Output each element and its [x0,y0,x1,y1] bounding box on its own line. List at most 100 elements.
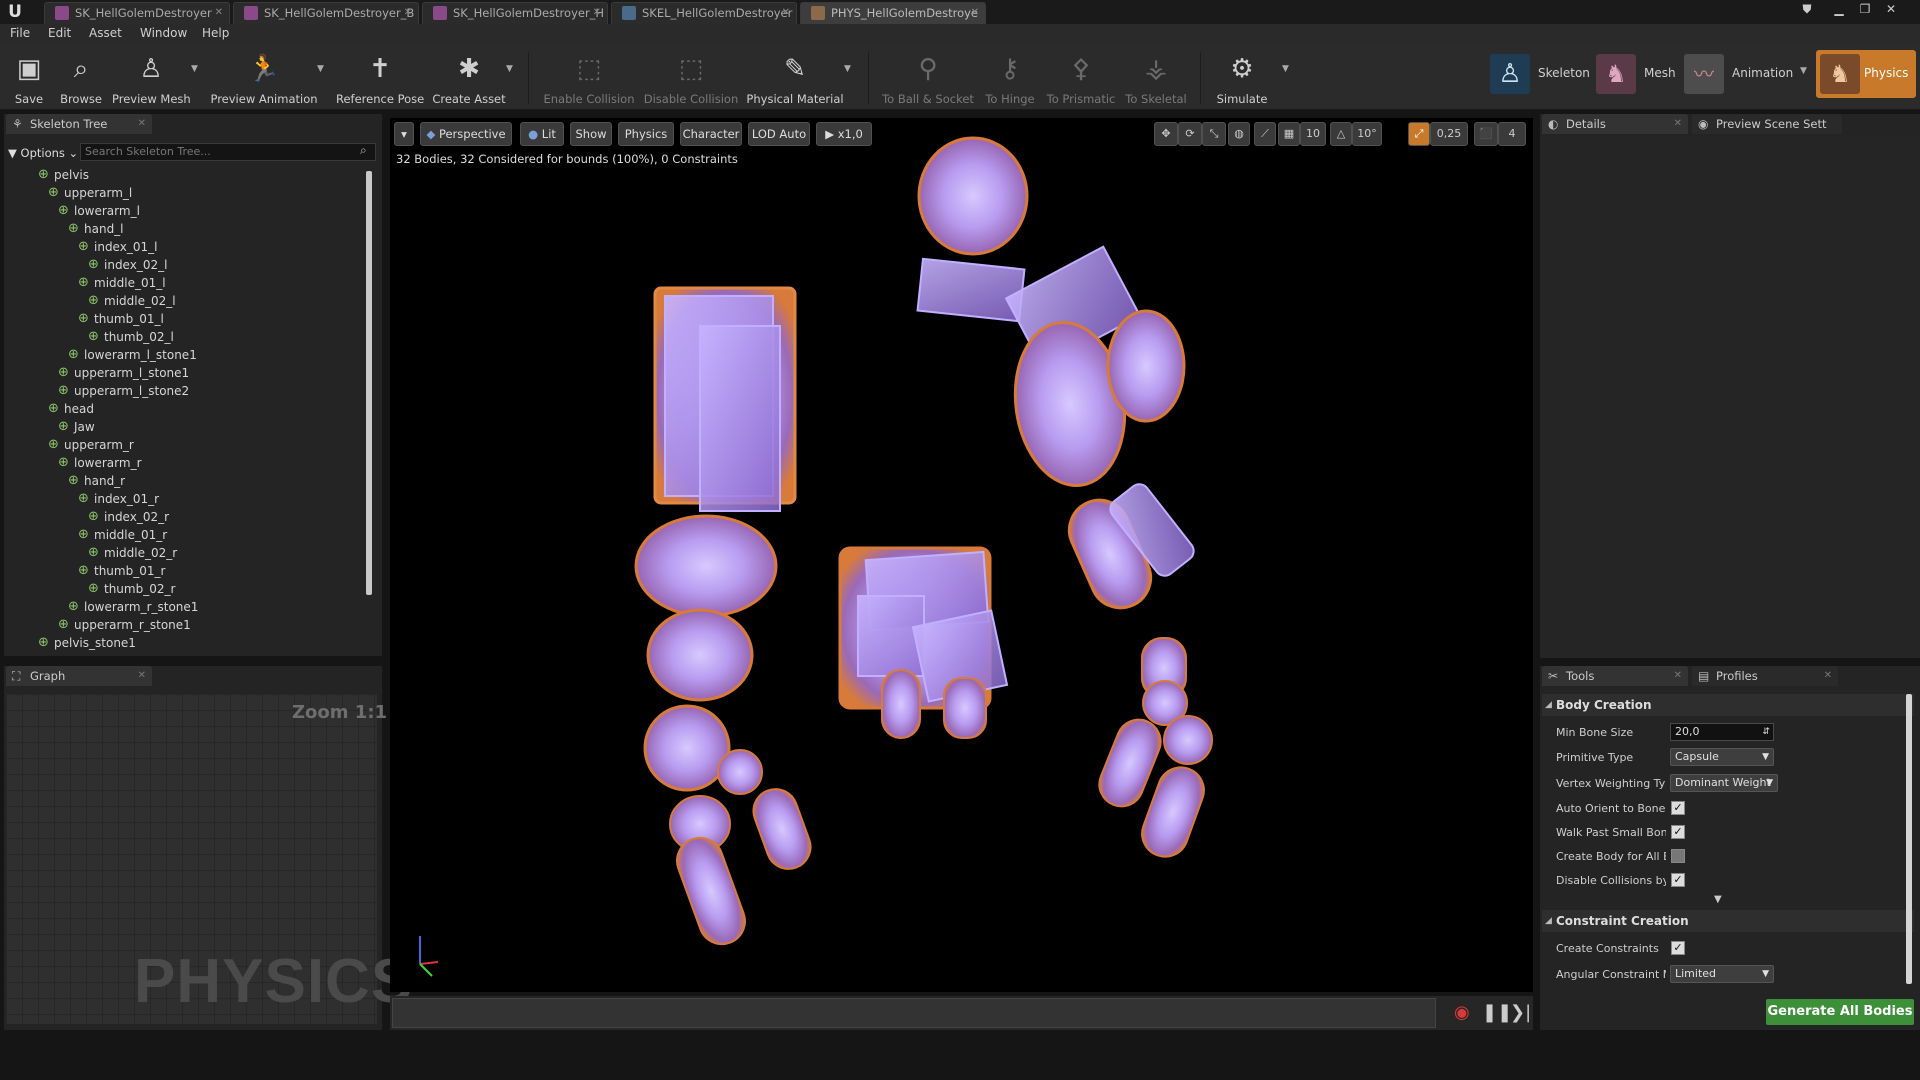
physics-body[interactable] [881,669,921,739]
bone-item[interactable]: upperarm_r [48,436,134,454]
save-button[interactable]: ▣ Save [8,50,50,108]
physics-body[interactable] [699,325,781,512]
playback-speed-button[interactable]: ▶ x1,0 [816,122,872,146]
tab-tools[interactable]: ✂ Tools ✕ [1542,666,1688,686]
search-icon[interactable]: ⌕ [360,143,367,158]
lod-button[interactable]: LOD Auto [748,122,810,146]
character-button[interactable]: Character [680,122,742,146]
scale-tool-icon[interactable]: ⤡ [1202,122,1226,146]
tab-details[interactable]: ◐ Details ✕ [1542,114,1688,134]
disable-collision-button[interactable]: ⬚ Disable Collision [642,50,740,108]
scale-snap-value[interactable]: 0,25 [1430,122,1468,146]
pause-icon[interactable]: ❚❚ [1482,1002,1512,1023]
physics-body[interactable] [643,704,731,792]
generate-all-bodies-button[interactable]: Generate All Bodies [1766,999,1914,1025]
tab-preview-scene-settings[interactable]: ◉ Preview Scene Sett [1692,114,1842,134]
doc-tab-sk-hellgolem-h[interactable]: SK_HellGolemDestroyer_H ✕ [422,2,608,24]
physics-body[interactable] [671,831,752,950]
create-asset-dropdown-icon[interactable]: ▼ [506,64,513,74]
min-bone-size-input[interactable]: 20,0 ⇵ [1670,723,1774,741]
skeleton-search-input[interactable]: Search Skeleton Tree... [80,143,376,161]
skeleton-tree-scrollbar[interactable] [366,171,372,595]
enable-collision-button[interactable]: ⬚ Enable Collision [540,50,638,108]
tools-scrollbar[interactable] [1906,694,1912,984]
rotation-snap-value[interactable]: 10° [1352,122,1382,146]
minimize-icon[interactable]: ▁ [1828,0,1850,18]
show-button[interactable]: Show [570,122,612,146]
bone-item[interactable]: lowerarm_l_stone1 [68,346,197,364]
translate-tool-icon[interactable]: ✥ [1154,122,1178,146]
tab-profiles[interactable]: ▤ Profiles ✕ [1692,666,1838,686]
rotate-tool-icon[interactable]: ⟳ [1178,122,1202,146]
doc-tab-sk-hellgolem[interactable]: SK_HellGolemDestroyer ✕ [44,2,230,24]
viewport[interactable] [390,118,1533,992]
camera-speed-icon[interactable]: ⬛ [1474,122,1498,146]
bone-item[interactable]: middle_02_r [88,544,177,562]
bone-item[interactable]: middle_02_l [88,292,176,310]
bone-item[interactable]: upperarm_l_stone1 [58,364,189,382]
physics-body[interactable] [943,677,987,739]
spin-arrows-icon[interactable]: ⇵ [1762,724,1770,740]
bone-item[interactable]: thumb_01_r [78,562,165,580]
tab-skeleton-tree[interactable]: ⚘ Skeleton Tree ✕ [6,114,152,134]
grid-snap-value[interactable]: 10 [1300,122,1326,146]
close-window-icon[interactable]: ✕ [1880,0,1902,18]
bone-item[interactable]: Jaw [58,418,95,436]
bone-item[interactable]: thumb_01_l [78,310,164,328]
bone-item[interactable]: lowerarm_l [58,202,140,220]
physics-body[interactable] [717,749,763,795]
doc-tab-skel-hellgolem[interactable]: SKEL_HellGolemDestroyer ✕ [611,2,797,24]
bone-item[interactable]: hand_r [68,472,125,490]
bone-item[interactable]: lowerarm_r_stone1 [68,598,198,616]
disable-collisions-checkbox[interactable]: ✓ [1671,873,1685,887]
bone-item[interactable]: hand_l [68,220,124,238]
create-constraints-checkbox[interactable]: ✓ [1671,941,1685,955]
doc-tab-phys-hellgolem[interactable]: PHYS_HellGolemDestroye ✕ [800,2,986,24]
body-creation-section[interactable]: Body Creation [1542,694,1914,716]
preview-mesh-button[interactable]: ♙ Preview Mesh [112,50,191,108]
expand-advanced-icon[interactable]: ▼ [1714,894,1722,905]
close-icon[interactable]: ✕ [593,3,601,23]
close-icon[interactable]: ✕ [971,3,979,23]
physical-material-button[interactable]: ✎ Physical Material [746,50,844,108]
mode-physics-button[interactable]: ♞ Physics [1816,50,1916,98]
camera-speed-value[interactable]: 4 [1498,122,1526,146]
to-skeletal-button[interactable]: ⚶ To Skeletal [1122,50,1190,108]
close-icon[interactable]: ✕ [1674,114,1682,134]
close-icon[interactable]: ✕ [1824,666,1832,686]
angular-constraint-select[interactable]: Limited ▼ [1670,965,1774,983]
bone-item[interactable]: lowerarm_r [58,454,142,472]
bone-item[interactable]: head [48,400,94,418]
physics-view-button[interactable]: Physics [618,122,674,146]
physics-body[interactable] [916,257,1026,323]
menu-help[interactable]: Help [202,26,229,40]
physics-body[interactable] [1106,309,1186,423]
physical-material-dropdown-icon[interactable]: ▼ [844,64,851,74]
menu-edit[interactable]: Edit [48,26,71,40]
vertex-weighting-select[interactable]: Dominant Weight ▼ [1670,774,1778,792]
bone-item[interactable]: middle_01_l [78,274,166,292]
maximize-icon[interactable]: ❐ [1854,0,1876,18]
primitive-type-select[interactable]: Capsule ▼ [1670,748,1774,766]
bone-item[interactable]: pelvis_stone1 [38,634,136,652]
simulate-dropdown-icon[interactable]: ▼ [1282,64,1289,74]
bone-item[interactable]: middle_01_r [78,526,167,544]
notification-icon[interactable]: ⛊ [1796,0,1818,18]
physics-body[interactable] [634,514,778,618]
mode-mesh-button[interactable]: ♞ Mesh [1596,50,1676,98]
mode-animation-button[interactable]: 〰 Animation ▼ [1684,50,1814,98]
mode-skeleton-button[interactable]: ♙ Skeleton [1490,50,1590,98]
animation-dropdown-icon[interactable]: ▼ [1800,66,1807,76]
record-icon[interactable]: ◉ [1454,1002,1470,1023]
surface-snap-icon[interactable]: ⟋ [1254,122,1276,146]
menu-file[interactable]: File [10,26,30,40]
bone-item[interactable]: index_01_r [78,490,159,508]
step-forward-icon[interactable]: ❯| [1510,1002,1531,1023]
close-icon[interactable]: ✕ [138,666,146,686]
menu-window[interactable]: Window [140,26,187,40]
auto-orient-checkbox[interactable]: ✓ [1671,801,1685,815]
bone-item[interactable]: upperarm_l [48,184,132,202]
walk-past-checkbox[interactable]: ✓ [1671,825,1685,839]
reference-pose-button[interactable]: ✝ Reference Pose [336,50,424,108]
viewport-options-button[interactable]: ▾ [394,122,414,146]
